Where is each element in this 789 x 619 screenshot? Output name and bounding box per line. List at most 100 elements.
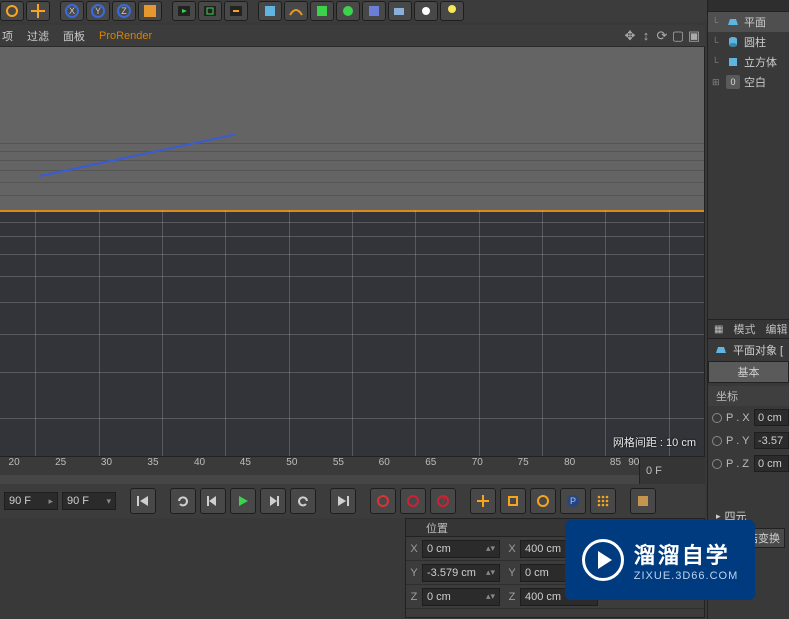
timeline-tick: 55 — [333, 457, 344, 468]
plane-icon — [726, 15, 740, 29]
play-button[interactable] — [230, 488, 256, 514]
play-circle-icon — [582, 539, 624, 581]
axis-x-icon[interactable]: X — [60, 1, 84, 21]
vp-menu-prorender[interactable]: ProRender — [99, 30, 152, 42]
coord-axis-label: Z — [504, 591, 520, 603]
attr-tab-basic[interactable]: 基本 — [708, 361, 789, 383]
prop-pz-field[interactable]: 0 cm — [754, 455, 789, 472]
prop-anim-radio[interactable] — [712, 459, 722, 469]
timeline-tick: 20 — [9, 457, 20, 468]
attr-edit-label[interactable]: 编辑 — [765, 321, 787, 337]
vp-zoom-icon[interactable]: ↕ — [639, 29, 653, 43]
watermark-title: 溜溜自学 — [634, 538, 738, 570]
hierarchy-item-cylinder[interactable]: └ 圆柱 — [708, 32, 789, 52]
key-scale-button[interactable] — [500, 488, 526, 514]
timeline-tick: 60 — [379, 457, 390, 468]
attr-object-label: 平面对象 [ — [733, 342, 783, 358]
timeline-tick: 85 — [610, 457, 621, 468]
grid-spacing-label: 网格间距 : 10 cm — [613, 434, 696, 450]
prim-spline-icon[interactable] — [284, 1, 308, 21]
hierarchy-item-null[interactable]: ⊞ 0 空白 — [708, 72, 789, 92]
axis-y-icon[interactable]: Y — [86, 1, 110, 21]
key-param-button[interactable]: P — [560, 488, 586, 514]
prop-label: P . Y — [726, 435, 754, 447]
fcurve-button[interactable] — [630, 488, 656, 514]
attr-header: ▦ 模式 编辑 — [708, 319, 789, 339]
timeline-tick: 65 — [425, 457, 436, 468]
vp-nav-icon[interactable]: ✥ — [623, 29, 637, 43]
vp-menu-item[interactable]: 面板 — [63, 28, 85, 44]
frame-end-field[interactable]: 90 F▾ — [62, 492, 116, 510]
timeline[interactable]: 20 25 30 35 40 45 50 55 60 65 70 75 80 8… — [0, 456, 705, 484]
prim-light-icon[interactable] — [414, 1, 438, 21]
svg-text:Z: Z — [121, 6, 127, 16]
cube-icon — [726, 55, 740, 69]
hierarchy-item-cube[interactable]: └ 立方体 — [708, 52, 789, 72]
coord-axis-label: X — [504, 543, 520, 555]
prim-environment-icon[interactable] — [362, 1, 386, 21]
attr-object-row: 平面对象 [ — [708, 339, 789, 361]
keyopts-button[interactable]: ? — [430, 488, 456, 514]
timeline-tick: 75 — [518, 457, 529, 468]
loop2-button[interactable] — [290, 488, 316, 514]
prop-py-field[interactable]: -3.57 — [754, 432, 789, 449]
render-region-icon[interactable] — [198, 1, 222, 21]
record-button[interactable] — [370, 488, 396, 514]
render-view-icon[interactable] — [172, 1, 196, 21]
autokey-button[interactable] — [400, 488, 426, 514]
vp-max-icon[interactable]: ▣ — [687, 29, 701, 43]
attr-mode-label[interactable]: 模式 — [733, 321, 755, 337]
prim-camera-icon[interactable] — [388, 1, 412, 21]
timeline-ruler[interactable]: 20 25 30 35 40 45 50 55 60 65 70 75 80 8… — [0, 457, 705, 475]
prop-label: P . X — [726, 412, 754, 424]
goto-start-button[interactable] — [130, 488, 156, 514]
prop-label: P . Z — [726, 458, 754, 470]
step-fwd-button[interactable] — [260, 488, 286, 514]
hierarchy-item-label: 圆柱 — [744, 34, 766, 50]
coord-system-icon[interactable] — [138, 1, 162, 21]
coord-pos-x-field[interactable]: 0 cm▴▾ — [422, 540, 500, 558]
hierarchy-item-label: 立方体 — [744, 54, 777, 70]
timeline-tick: 50 — [286, 457, 297, 468]
vp-orbit-icon[interactable]: ⟳ — [655, 29, 669, 43]
plane-icon — [714, 343, 728, 357]
vp-menu-item[interactable]: 过滤 — [27, 28, 49, 44]
coord-tab-position[interactable]: 位置 — [406, 519, 555, 536]
prop-anim-radio[interactable] — [712, 436, 722, 446]
tool-move-icon[interactable] — [26, 1, 50, 21]
step-back-button[interactable] — [200, 488, 226, 514]
coord-axis-label: Y — [406, 567, 422, 579]
viewport-3d[interactable]: 网格间距 : 10 cm — [0, 47, 705, 456]
main-toolbar: X Y Z — [0, 0, 789, 22]
prop-anim-radio[interactable] — [712, 413, 722, 423]
tool-rotate-icon[interactable] — [0, 1, 24, 21]
svg-text:?: ? — [440, 496, 445, 506]
timeline-end-field[interactable]: 0 F — [639, 457, 705, 485]
key-pla-button[interactable] — [590, 488, 616, 514]
viewport-menubar: 项 过滤 面板 ProRender ✥ ↕ ⟳ ▢ ▣ — [0, 25, 705, 47]
prim-light2-icon[interactable] — [440, 1, 464, 21]
timeline-tick: 40 — [194, 457, 205, 468]
ground-plane — [0, 210, 704, 456]
prim-cube-icon[interactable] — [258, 1, 282, 21]
coord-pos-y-field[interactable]: -3.579 cm▴▾ — [422, 564, 500, 582]
key-pos-button[interactable] — [470, 488, 496, 514]
render-settings-icon[interactable] — [224, 1, 248, 21]
prim-generator-icon[interactable] — [310, 1, 334, 21]
hierarchy-tabbar[interactable] — [708, 0, 789, 12]
key-rot-button[interactable] — [530, 488, 556, 514]
loop-button[interactable] — [170, 488, 196, 514]
goto-end-button[interactable] — [330, 488, 356, 514]
hierarchy-item-plane[interactable]: └ 平面 — [708, 12, 789, 32]
prim-deformer-icon[interactable] — [336, 1, 360, 21]
coord-pos-z-field[interactable]: 0 cm▴▾ — [422, 588, 500, 606]
vp-menu-item[interactable]: 项 — [2, 28, 13, 44]
frame-current-field[interactable]: 90 F▸ — [4, 492, 58, 510]
coord-axis-label: Y — [504, 567, 520, 579]
vp-layout-icon[interactable]: ▢ — [671, 29, 685, 43]
svg-text:X: X — [69, 6, 75, 16]
hierarchy-item-label: 平面 — [744, 14, 766, 30]
axis-z-icon[interactable]: Z — [112, 1, 136, 21]
prop-px-field[interactable]: 0 cm — [754, 409, 789, 426]
hierarchy-item-label: 空白 — [744, 74, 766, 90]
